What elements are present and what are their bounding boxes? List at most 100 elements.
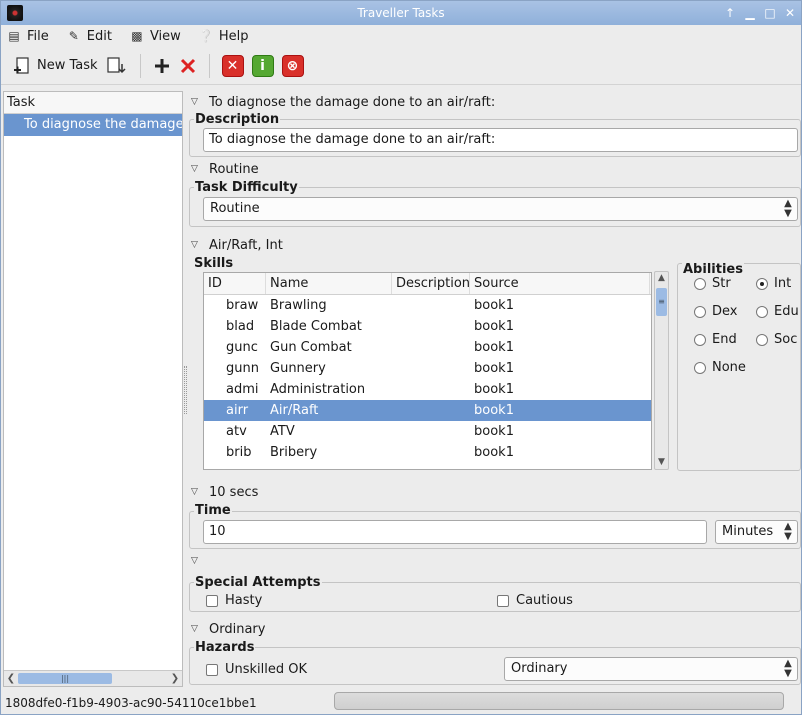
toolbar-separator <box>208 53 210 78</box>
cell-id: atv <box>226 424 247 439</box>
time-unit-select[interactable]: Minutes ▲ ▼ <box>715 520 798 544</box>
column-header-source[interactable]: Source <box>470 273 650 294</box>
close-button[interactable]: ✕ <box>783 1 797 25</box>
file-icon: ▤ <box>8 29 20 43</box>
info-button[interactable]: i <box>248 51 278 81</box>
cell-name: Bribery <box>270 445 318 460</box>
cell-id: brib <box>226 445 252 460</box>
menu-help[interactable]: ❔ Help <box>199 29 249 44</box>
scroll-up-icon[interactable]: ▲ <box>655 272 668 285</box>
table-row[interactable]: admi Administration book1 <box>204 379 651 400</box>
difficulty-toggle[interactable]: ▽ Routine <box>191 162 259 177</box>
ability-dex-radio[interactable]: Dex <box>694 304 737 319</box>
progress-bar <box>334 692 784 710</box>
panel-splitter[interactable] <box>184 366 187 414</box>
special-group-title: Special Attempts <box>194 575 322 590</box>
cautious-label: Cautious <box>516 593 573 608</box>
task-list-hscrollbar[interactable]: ❮ ||| ❯ <box>4 670 182 686</box>
ability-none-radio[interactable]: None <box>694 360 746 375</box>
menu-view[interactable]: ▩ View <box>130 29 181 44</box>
remove-button[interactable] <box>175 51 201 81</box>
cancel-button[interactable]: ⊗ <box>278 51 308 81</box>
hazard-select-value: Ordinary <box>511 661 568 676</box>
add-button[interactable] <box>149 51 175 81</box>
column-header-description[interactable]: Description <box>392 273 470 294</box>
menu-edit[interactable]: ✎ Edit <box>67 29 112 44</box>
cell-id: airr <box>226 403 249 418</box>
unskilled-ok-checkbox[interactable]: Unskilled OK <box>206 662 307 677</box>
table-row[interactable]: brib Bribery book1 <box>204 442 651 463</box>
menu-file[interactable]: ▤ File <box>7 28 49 44</box>
cell-source: book1 <box>474 424 514 439</box>
collapse-triangle-icon: ▽ <box>191 556 198 566</box>
scroll-left-icon[interactable]: ❮ <box>4 671 18 686</box>
table-row[interactable]: gunc Gun Combat book1 <box>204 337 651 358</box>
hazards-toggle[interactable]: ▽ Ordinary <box>191 622 265 637</box>
task-list-item[interactable]: To diagnose the damage done to an air/ra… <box>4 114 182 136</box>
keep-above-button[interactable]: ↑ <box>723 1 737 25</box>
ability-soc-radio[interactable]: Soc <box>756 332 797 347</box>
cell-name: Brawling <box>270 298 327 313</box>
cell-id: gunc <box>226 340 258 355</box>
hasty-checkbox[interactable]: Hasty <box>206 593 262 608</box>
ability-int-radio[interactable]: Int <box>756 276 791 291</box>
view-icon: ▩ <box>131 29 143 43</box>
difficulty-select[interactable]: Routine ▲ ▼ <box>203 197 798 221</box>
task-list-header[interactable]: Task <box>4 92 182 114</box>
help-icon: ❔ <box>198 29 214 43</box>
table-row[interactable]: atv ATV book1 <box>204 421 651 442</box>
ability-end-radio[interactable]: End <box>694 332 737 347</box>
menu-file-label: File <box>27 28 49 44</box>
column-header-name[interactable]: Name <box>266 273 392 294</box>
import-icon <box>106 56 126 73</box>
radio-icon <box>694 361 706 374</box>
table-row-selected[interactable]: airr Air/Raft book1 <box>204 400 651 421</box>
scroll-right-icon[interactable]: ❯ <box>168 671 182 686</box>
skills-vscrollbar[interactable]: ▲ ≡ ▼ <box>654 271 669 470</box>
special-toggle[interactable]: ▽ <box>191 557 209 566</box>
hasty-label: Hasty <box>225 593 263 608</box>
time-toggle[interactable]: ▽ 10 secs <box>191 485 258 500</box>
hazard-select[interactable]: Ordinary ▲ ▼ <box>504 657 798 681</box>
radio-icon <box>756 333 768 346</box>
maximize-button[interactable]: □ <box>763 1 777 25</box>
plus-icon <box>154 58 169 73</box>
time-input[interactable]: 10 <box>203 520 707 544</box>
skills-table: ID Name Description Source braw Brawling… <box>203 272 652 470</box>
import-task-button[interactable] <box>102 51 132 81</box>
cell-description <box>392 358 470 379</box>
hazards-group-title: Hazards <box>194 640 256 655</box>
new-task-label: New Task <box>37 58 98 73</box>
table-row[interactable]: gunn Gunnery book1 <box>204 358 651 379</box>
cell-name: Blade Combat <box>270 319 362 334</box>
difficulty-select-value: Routine <box>210 201 260 216</box>
cell-description <box>392 421 470 442</box>
cell-source: book1 <box>474 361 514 376</box>
ability-label: Soc <box>774 332 798 347</box>
ability-edu-radio[interactable]: Edu <box>756 304 799 319</box>
table-row[interactable]: blad Blade Combat book1 <box>204 316 651 337</box>
scroll-down-icon[interactable]: ▼ <box>655 456 668 469</box>
cell-id: braw <box>226 298 259 313</box>
column-header-id[interactable]: ID <box>204 273 266 294</box>
new-task-button[interactable]: New Task <box>9 51 102 81</box>
delete-task-button[interactable]: ✕ <box>218 51 248 81</box>
ability-str-radio[interactable]: Str <box>694 276 731 291</box>
description-input[interactable]: To diagnose the damage done to an air/ra… <box>203 128 798 152</box>
table-row[interactable]: braw Brawling book1 <box>204 295 651 316</box>
skills-group-title: Skills <box>194 256 234 271</box>
skills-toggle[interactable]: ▽ Air/Raft, Int <box>191 238 283 253</box>
updown-arrows-icon: ▲ ▼ <box>784 198 792 219</box>
description-toggle[interactable]: ▽ To diagnose the damage done to an air/… <box>191 95 495 110</box>
cell-source: book1 <box>474 298 514 313</box>
task-list: Task To diagnose the damage done to an a… <box>3 91 183 687</box>
cell-id: gunn <box>226 361 259 376</box>
cautious-checkbox[interactable]: Cautious <box>497 593 573 608</box>
cell-source: book1 <box>474 445 514 460</box>
scroll-thumb[interactable]: ≡ <box>656 288 667 316</box>
info-icon: i <box>251 54 274 77</box>
minimize-button[interactable]: ▁ <box>743 1 757 25</box>
abilities-group: Abilities Str Int Dex Edu End Soc None <box>677 262 801 471</box>
scroll-thumb[interactable]: ||| <box>18 673 112 684</box>
collapse-triangle-icon: ▽ <box>191 97 198 107</box>
